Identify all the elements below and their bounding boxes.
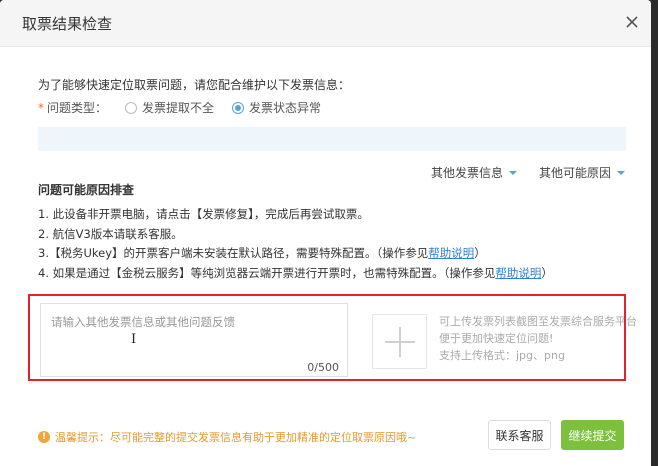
help-link[interactable]: 帮助说明 <box>428 246 474 260</box>
dropdown-other-invoice-info[interactable]: 其他发票信息 <box>431 164 517 181</box>
diagnosis-title: 问题可能原因排查 <box>38 183 135 197</box>
step-item: 2. 航信V3版本请联系客服。 <box>38 226 183 241</box>
contact-service-button[interactable]: 联系客服 <box>488 420 551 450</box>
dropdown-group: 其他发票信息 其他可能原因 <box>409 164 625 181</box>
radio-incomplete-extraction[interactable]: 发票提取不全 <box>125 99 214 116</box>
dialog-header: 取票结果检查 <box>0 0 651 47</box>
radio-circle[interactable] <box>125 101 138 114</box>
footer-tip: ! 温馨提示：尽可能完整的提交发票信息有助于更加精准的定位取票原因哦~ <box>38 429 416 445</box>
annotation-highlight-box <box>28 294 626 381</box>
dropdown-other-reasons[interactable]: 其他可能原因 <box>539 164 625 181</box>
help-link[interactable]: 帮助说明 <box>495 266 541 280</box>
radio-label: 发票提取不全 <box>142 101 215 115</box>
radio-status-abnormal[interactable]: 发票状态异常 <box>232 99 321 116</box>
info-bar <box>38 127 626 151</box>
problem-type-label: 问题类型： <box>47 101 108 115</box>
dropdown-label: 其他发票信息 <box>430 166 503 180</box>
step-item: 1. 此设备非开票电脑，请点击【发票修复】，完成后再尝试取票。 <box>38 207 369 221</box>
warning-icon: ! <box>38 431 50 443</box>
dialog-title: 取票结果检查 <box>22 15 113 33</box>
diagnosis-steps: 1. 此设备非开票电脑，请点击【发票修复】，完成后再尝试取票。 2. 航信V3版… <box>38 205 553 283</box>
caret-down-icon <box>617 171 625 175</box>
required-mark: * <box>38 100 44 115</box>
intro-text: 为了能够快速定位取票问题，请您配合维护以下发票信息： <box>38 78 351 92</box>
invoice-check-dialog: 取票结果检查 为了能够快速定位取票问题，请您配合维护以下发票信息： * 问题类型… <box>0 0 651 466</box>
caret-down-icon <box>508 171 517 175</box>
radio-circle-selected[interactable] <box>232 101 245 114</box>
problem-type-row: * 问题类型： 发票提取不全 发票状态异常 <box>38 99 339 116</box>
step-item: 4. 如果是通过【金税云服务】等纯浏览器云端开票进行开票时，也需特殊配置。（操作… <box>38 265 553 280</box>
continue-submit-button[interactable]: 继续提交 <box>561 420 624 450</box>
dropdown-label: 其他可能原因 <box>538 166 611 180</box>
step-item: 3.【税务Ukey】的开票客户端未安装在默认路径，需要特殊配置。（操作参见帮助说… <box>38 246 486 260</box>
close-icon[interactable] <box>625 15 639 29</box>
radio-label: 发票状态异常 <box>249 101 322 115</box>
